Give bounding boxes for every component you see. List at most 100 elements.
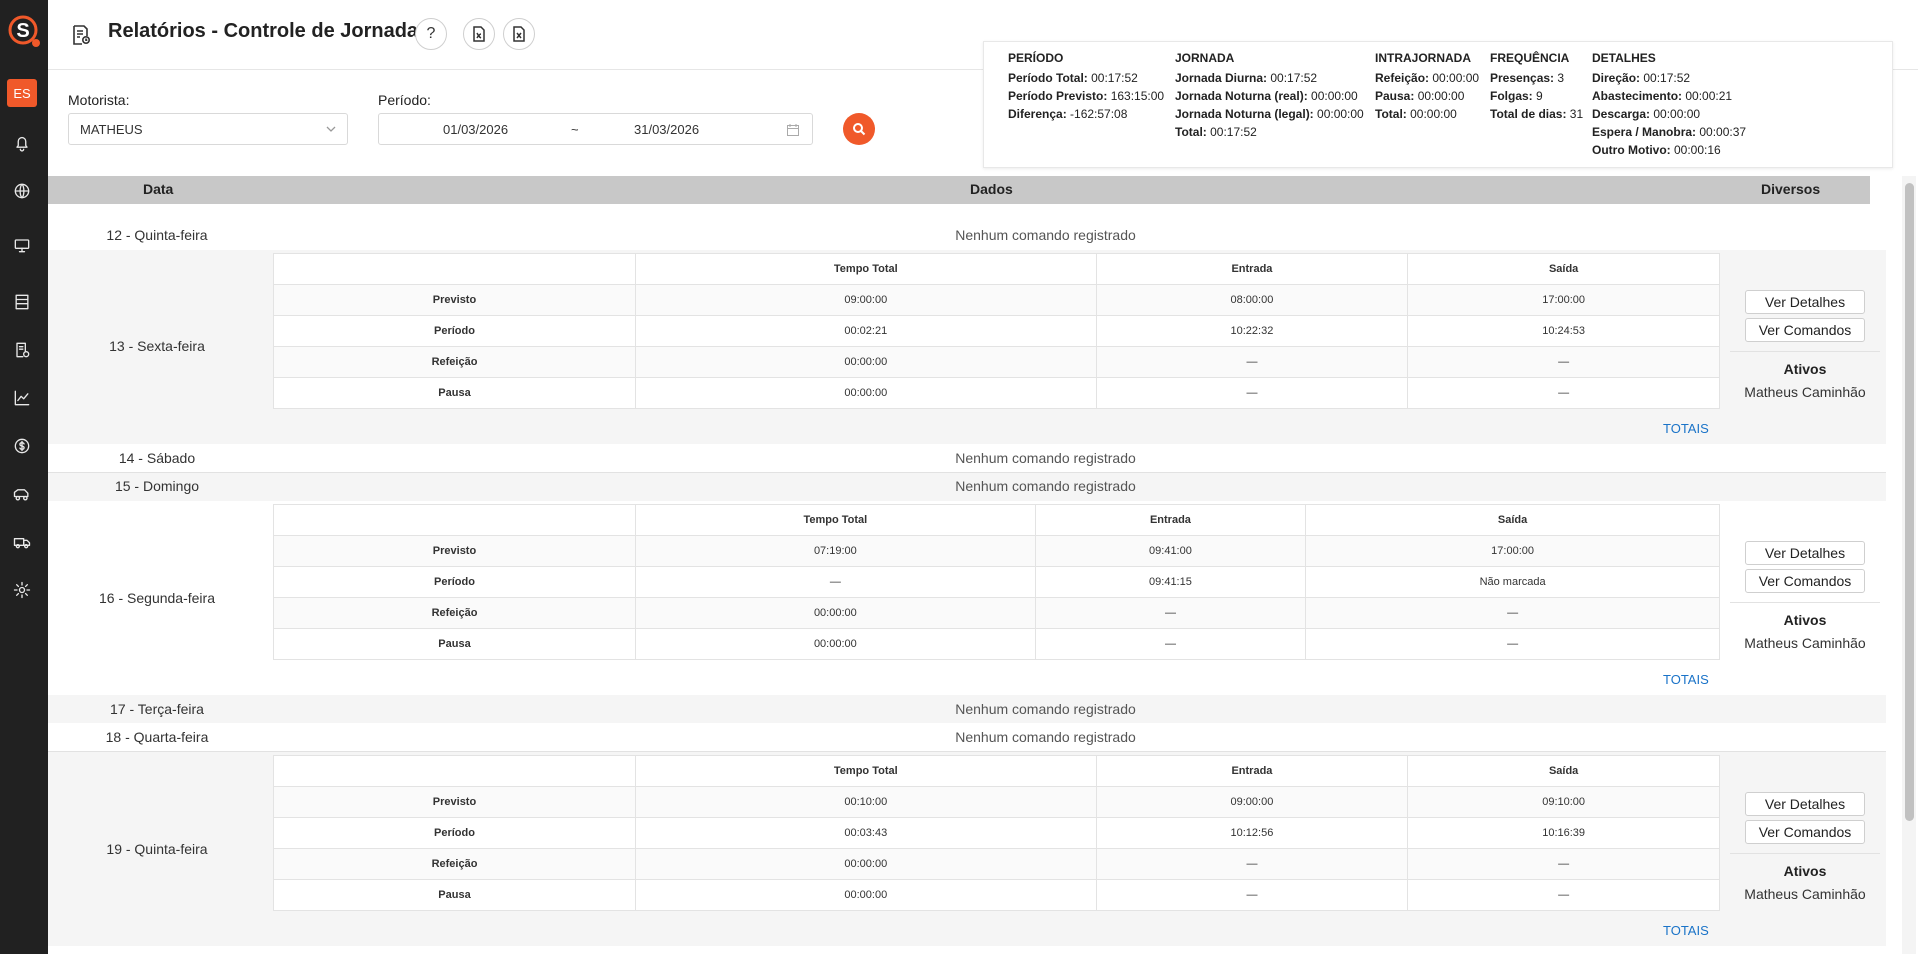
cell: — (1407, 346, 1720, 378)
search-button[interactable] (843, 113, 875, 145)
cell: 00:00:00 (635, 848, 1097, 880)
globe-icon[interactable] (10, 179, 34, 203)
cell: — (1407, 377, 1720, 409)
row-date: 14 - Sábado (118, 450, 196, 466)
summary-line: Abastecimento: 00:00:21 (1592, 89, 1733, 103)
cell: 17:00:00 (1407, 284, 1720, 316)
cell: 09:00:00 (635, 284, 1097, 316)
cell: 17:00:00 (1305, 535, 1720, 567)
chart-icon[interactable] (10, 386, 34, 410)
ver-detalhes-button[interactable]: Ver Detalhes (1745, 541, 1865, 565)
row-label-periodo: Período (273, 566, 636, 598)
summary-frequencia: FREQUÊNCIA Presenças: 3 Folgas: 9 Total … (1490, 49, 1583, 123)
row-label-refeicao: Refeição (273, 848, 636, 880)
cell: 00:00:00 (635, 597, 1036, 629)
scrollbar-thumb[interactable] (1905, 183, 1914, 821)
period-range-picker[interactable]: 01/03/2026 ~ 31/03/2026 (378, 113, 813, 145)
divider (1730, 351, 1880, 352)
summary-detalhes: DETALHES Direção: 00:17:52 Abastecimento… (1592, 49, 1746, 159)
totais-link[interactable]: TOTAIS (1663, 672, 1709, 687)
ver-comandos-button[interactable]: Ver Comandos (1745, 820, 1865, 844)
no-commands-text: Nenhum comando registrado (955, 701, 1136, 717)
cell: 00:00:00 (635, 879, 1097, 911)
gear-icon[interactable] (10, 578, 34, 602)
pdf-file-icon (473, 26, 485, 42)
table-row: 17 - Terça-feira Nenhum comando registra… (48, 695, 1886, 723)
summary-line: Total de dias: 31 (1490, 107, 1584, 121)
summary-line: Refeição: 00:00:00 (1375, 71, 1480, 85)
header-entrada: Entrada (1034, 504, 1307, 536)
app-logo[interactable]: S (5, 12, 43, 54)
cell: 08:00:00 (1095, 284, 1409, 316)
summary-heading: FREQUÊNCIA (1490, 51, 1570, 65)
ativos-value: Matheus Caminhão (1744, 635, 1866, 651)
summary-line: Jornada Noturna (real): 00:00:00 (1175, 89, 1358, 103)
table-row: 18 - Quarta-feira Nenhum comando registr… (48, 723, 1886, 751)
start-date[interactable]: 01/03/2026 (443, 122, 508, 137)
list-icon[interactable] (10, 290, 34, 314)
export-pdf-button[interactable] (463, 18, 495, 50)
fleet-icon[interactable] (10, 530, 34, 554)
row-label-periodo: Período (273, 817, 636, 849)
cell: 09:10:00 (1407, 786, 1720, 818)
totais-link[interactable]: TOTAIS (1663, 923, 1709, 938)
summary-line: Presenças: 3 (1490, 71, 1565, 85)
sidebar: S ES (0, 0, 48, 954)
cell: 09:41:00 (1034, 535, 1307, 567)
row-date: 13 - Sexta-feira (109, 338, 205, 354)
no-commands-text: Nenhum comando registrado (955, 478, 1136, 494)
cell: 10:16:39 (1407, 817, 1720, 849)
ver-detalhes-button[interactable]: Ver Detalhes (1745, 792, 1865, 816)
dollar-icon[interactable] (10, 434, 34, 458)
no-commands-text: Nenhum comando registrado (955, 450, 1136, 466)
header-tempo-total: Tempo Total (635, 253, 1097, 285)
calendar-icon (787, 124, 799, 136)
cell: 00:00:00 (635, 377, 1097, 409)
summary-panel: PERÍODO Período Total: 00:17:52 Período … (983, 41, 1893, 168)
summary-line: Período Previsto: 163:15:00 (1008, 89, 1165, 103)
summary-line: Descarga: 00:00:00 (1592, 107, 1701, 121)
summary-line: Outro Motivo: 00:00:16 (1592, 143, 1721, 157)
summary-line: Período Total: 00:17:52 (1008, 71, 1138, 85)
cell: — (635, 566, 1036, 598)
day-detail-table: Tempo Total Entrada Saída Previsto 00:10… (273, 755, 1720, 911)
summary-line: Direção: 00:17:52 (1592, 71, 1691, 85)
corner-cell (273, 755, 636, 787)
end-date[interactable]: 31/03/2026 (634, 122, 699, 137)
summary-periodo: PERÍODO Período Total: 00:17:52 Período … (1008, 49, 1164, 123)
cell: 00:02:21 (635, 315, 1097, 347)
ver-comandos-button[interactable]: Ver Comandos (1745, 318, 1865, 342)
header-entrada: Entrada (1095, 755, 1409, 787)
table-row: 14 - Sábado Nenhum comando registrado (48, 444, 1886, 472)
cell: 09:41:15 (1034, 566, 1307, 598)
driver-select[interactable]: MATHEUS (68, 113, 348, 145)
row-label-pausa: Pausa (273, 879, 636, 911)
export-excel-button[interactable] (503, 18, 535, 50)
summary-line: Total: 00:17:52 (1175, 125, 1257, 139)
report-icon[interactable] (10, 338, 34, 362)
ver-comandos-button[interactable]: Ver Comandos (1745, 569, 1865, 593)
summary-intrajornada: INTRAJORNADA Refeição: 00:00:00 Pausa: 0… (1375, 49, 1479, 123)
range-separator: ~ (571, 122, 579, 137)
day-detail-table: Tempo Total Entrada Saída Previsto 09:00… (273, 253, 1720, 409)
ativos-value: Matheus Caminhão (1744, 384, 1866, 400)
cell: 10:24:53 (1407, 315, 1720, 347)
table-header: Data Dados Diversos (48, 176, 1870, 204)
help-icon: ? (426, 25, 436, 42)
ativos-label: Ativos (1783, 863, 1827, 879)
monitor-icon[interactable] (10, 233, 34, 257)
no-commands-text: Nenhum comando registrado (955, 729, 1136, 745)
bell-icon[interactable] (10, 131, 34, 155)
help-button[interactable]: ? (415, 18, 447, 50)
summary-heading: PERÍODO (1008, 51, 1064, 65)
avatar[interactable]: ES (7, 79, 37, 107)
ver-detalhes-button[interactable]: Ver Detalhes (1745, 290, 1865, 314)
cell: 10:12:56 (1095, 817, 1409, 849)
cell: Não marcada (1305, 566, 1720, 598)
driver-value: MATHEUS (80, 122, 143, 137)
totais-link[interactable]: TOTAIS (1663, 421, 1709, 436)
truck-icon[interactable] (10, 482, 34, 506)
chevron-down-icon (326, 126, 336, 132)
cell: 00:03:43 (635, 817, 1097, 849)
cell: — (1407, 879, 1720, 911)
